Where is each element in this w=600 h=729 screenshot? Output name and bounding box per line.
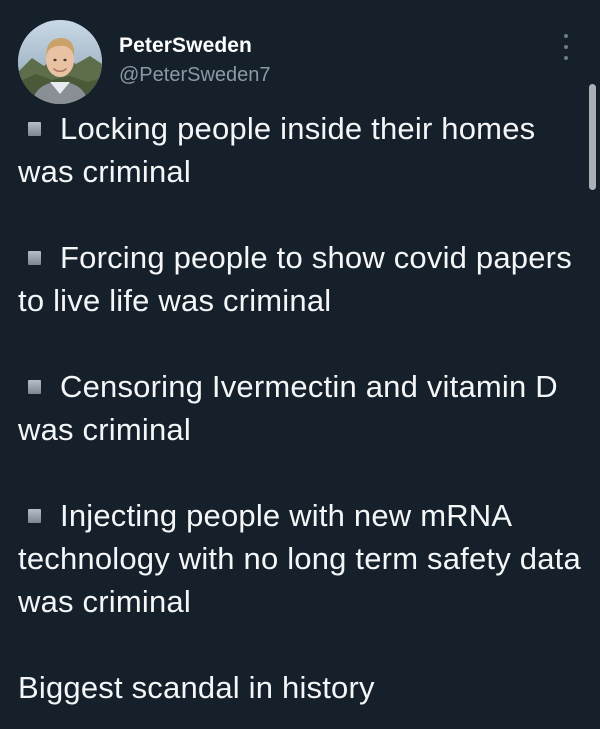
paragraph-text: Injecting people with new mRNA technolog… xyxy=(18,498,581,619)
tweet-paragraph: Forcing people to show covid papers to l… xyxy=(18,236,588,322)
more-vertical-icon[interactable] xyxy=(556,34,576,60)
white-small-square-icon xyxy=(28,380,41,394)
paragraph-text: Biggest scandal in history xyxy=(18,670,375,705)
white-small-square-icon xyxy=(28,509,41,523)
author-info: PeterSweden @PeterSweden7 xyxy=(119,33,271,88)
tweet-paragraph: Injecting people with new mRNA technolog… xyxy=(18,494,588,623)
paragraph-text: Forcing people to show covid papers to l… xyxy=(18,240,572,318)
paragraph-text: Censoring Ivermectin and vitamin D was c… xyxy=(18,369,558,447)
user-handle[interactable]: @PeterSweden7 xyxy=(119,62,271,88)
avatar[interactable] xyxy=(18,20,102,104)
tweet-paragraph: Censoring Ivermectin and vitamin D was c… xyxy=(18,365,588,451)
tweet-paragraph: Locking people inside their homes was cr… xyxy=(18,107,588,193)
profile-photo-icon xyxy=(18,20,102,104)
white-small-square-icon xyxy=(28,251,41,265)
tweet-paragraph: Biggest scandal in history xyxy=(18,666,588,709)
tweet-header: PeterSweden @PeterSweden7 xyxy=(18,20,582,106)
white-small-square-icon xyxy=(28,122,41,136)
paragraph-text: Locking people inside their homes was cr… xyxy=(18,111,536,189)
tweet-card: PeterSweden @PeterSweden7 Locking people… xyxy=(0,0,600,729)
tweet-text: Locking people inside their homes was cr… xyxy=(18,107,588,709)
display-name[interactable]: PeterSweden xyxy=(119,33,271,59)
scrollbar[interactable] xyxy=(589,84,596,190)
